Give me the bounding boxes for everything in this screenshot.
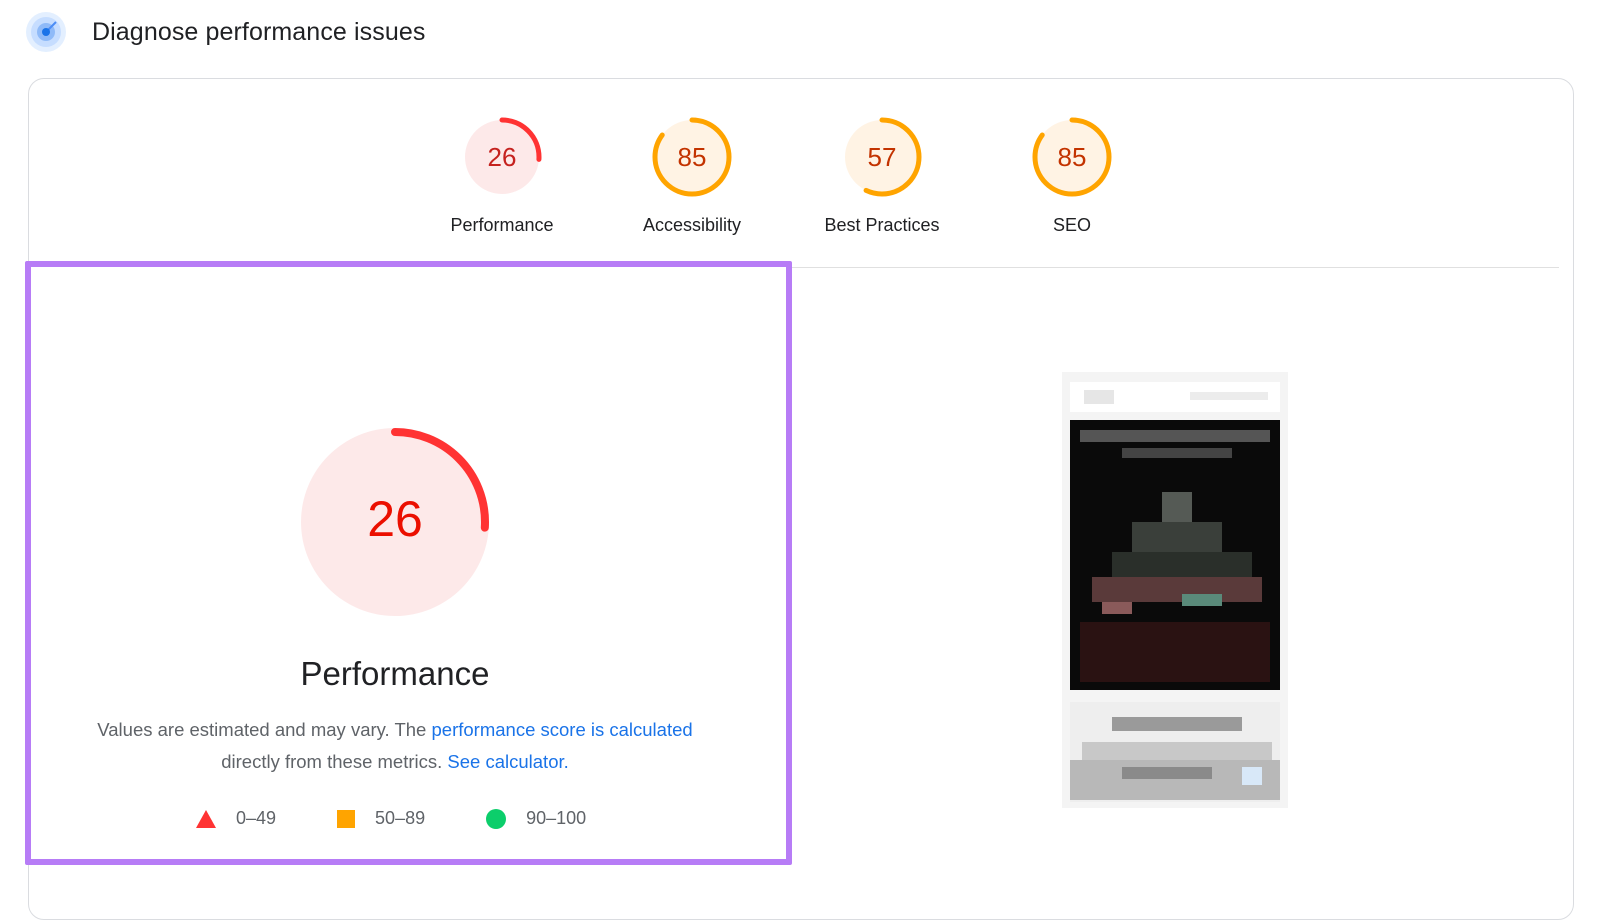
page-title: Diagnose performance issues — [92, 17, 426, 46]
legend-range: 0–49 — [236, 808, 277, 828]
gauge-label: SEO — [1052, 215, 1091, 235]
big-gauge-score: 26 — [367, 491, 423, 547]
big-gauge-ring: 26 — [301, 428, 489, 616]
circle-icon — [486, 808, 507, 829]
legend-range: 50–89 — [375, 808, 426, 828]
score-legend: 0–49 50–89 90–100 — [196, 808, 642, 829]
desc-text: Values are estimated and may vary. The — [97, 719, 432, 740]
page-screenshot-thumbnail[interactable] — [1062, 372, 1288, 808]
gauge-label: Accessibility — [642, 215, 742, 235]
screenshot-image — [1062, 372, 1288, 808]
legend-range: 90–100 — [526, 808, 587, 828]
see-calculator-link[interactable]: See calculator. — [447, 751, 568, 772]
gauge-score: 85 — [1058, 142, 1087, 172]
gauge-label: Best Practices — [824, 215, 940, 235]
score-gauges: 26 Performance 85 Accessibility 57 Best … — [29, 79, 1573, 269]
performance-description: Values are estimated and may vary. The p… — [70, 714, 720, 778]
triangle-icon — [196, 809, 216, 828]
gauge-label: Performance — [450, 215, 554, 235]
gauge-ring: 57 — [842, 117, 922, 197]
gauge-performance[interactable]: 26 Performance — [402, 115, 602, 236]
gauge-score: 57 — [868, 142, 897, 172]
gauge-ring: 26 — [462, 117, 542, 197]
square-icon — [337, 809, 356, 828]
desc-text-2: directly from these metrics. — [221, 751, 448, 772]
legend-fail: 0–49 — [196, 808, 276, 829]
gauge-ring: 85 — [1032, 117, 1112, 197]
legend-average: 50–89 — [337, 808, 425, 829]
lighthouse-icon — [26, 12, 66, 52]
gauge-best-practices[interactable]: 57 Best Practices — [782, 115, 982, 236]
performance-big-gauge: 26 — [295, 422, 495, 627]
performance-title: Performance — [300, 655, 490, 692]
section-header: Diagnose performance issues — [26, 12, 425, 52]
gauge-seo[interactable]: 85 SEO — [972, 115, 1172, 236]
gauge-ring: 85 — [652, 117, 732, 197]
gauge-accessibility[interactable]: 85 Accessibility — [592, 115, 792, 236]
gauge-score: 26 — [488, 142, 517, 172]
performance-score-link[interactable]: performance score is calculated — [432, 719, 693, 740]
legend-pass: 90–100 — [486, 808, 586, 829]
gauge-score: 85 — [678, 142, 707, 172]
